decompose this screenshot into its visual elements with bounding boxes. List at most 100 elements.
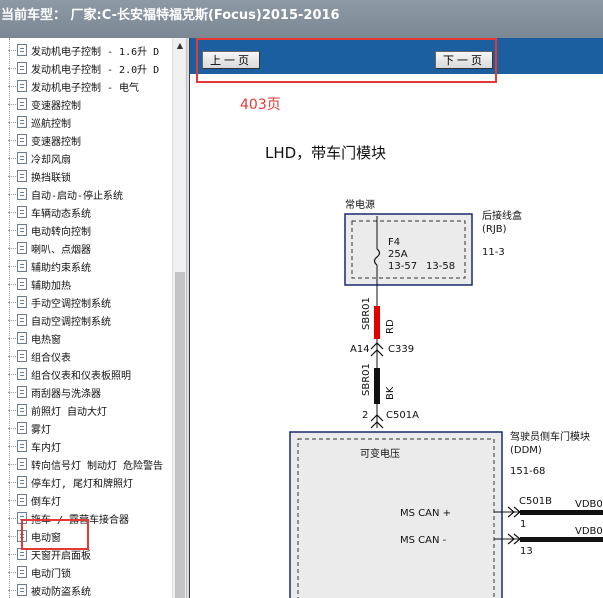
tree-branch-line <box>8 49 16 51</box>
tree-item[interactable]: 电动转向控制 <box>8 221 173 239</box>
tree-item[interactable]: 电动窗 <box>8 527 173 545</box>
constant-power-label: 常电源 <box>345 198 375 211</box>
tree-item[interactable]: 转向信号灯 制动灯 危险警告 <box>8 455 173 473</box>
document-icon <box>17 188 27 200</box>
tree-item[interactable]: 组合仪表和仪表板照明 <box>8 365 173 383</box>
document-icon <box>17 134 27 146</box>
tree-item[interactable]: 停车灯, 尾灯和牌照灯 <box>8 473 173 491</box>
document-icon <box>17 566 27 578</box>
tree-item-label: 发动机电子控制 - 电气 <box>31 82 140 94</box>
tree-branch-line <box>8 103 16 105</box>
wire1-color: RD <box>385 319 396 334</box>
document-icon <box>17 296 27 308</box>
document-icon <box>17 206 27 218</box>
tree-item[interactable]: 电热窗 <box>8 329 173 347</box>
tree-item[interactable]: 组合仪表 <box>8 347 173 365</box>
section-tree[interactable]: 发动机电子控制 - 1.6升 D 发动机电子控制 - 2.0升 D 发动机电子控制 … <box>0 38 186 598</box>
tree-item[interactable]: 变速器控制 <box>8 95 173 113</box>
tree-branch-line <box>8 211 16 213</box>
ddm-page: 151-68 <box>510 466 545 477</box>
wire1-id: SBR01 <box>361 297 372 330</box>
conn3-pin2: 13 <box>520 546 533 557</box>
tree-item-label: 停车灯, 尾灯和牌照灯 <box>31 478 134 490</box>
wire3-id: VDB0 <box>575 499 603 510</box>
tree-item[interactable]: 变速器控制 <box>8 131 173 149</box>
tree-item[interactable]: 辅助约束系统 <box>8 257 173 275</box>
conn1-name: C339 <box>388 344 414 355</box>
tree-item-label: 转向信号灯 制动灯 危险警告 <box>31 460 164 472</box>
document-icon <box>17 350 27 362</box>
document-icon <box>17 476 27 488</box>
tree-item[interactable]: 雨刮器与洗涤器 <box>8 383 173 401</box>
tree-item[interactable]: 天窗开启面板 <box>8 545 173 563</box>
tree-branch-line <box>8 283 16 285</box>
tree-item[interactable]: 辅助加热 <box>8 275 173 293</box>
tree-scrollbar[interactable]: ▲ <box>172 38 186 598</box>
tree-item[interactable]: 手动空调控制系统 <box>8 293 173 311</box>
tree-item[interactable]: 拖车 / 露营车接合器 <box>8 509 173 527</box>
wire2-id: SBR01 <box>361 363 372 396</box>
conn3-name: C501B <box>519 496 552 507</box>
tree-branch-line <box>8 463 16 465</box>
document-icon <box>17 224 27 236</box>
tree-item-label: 自动-启动-停止系统 <box>31 190 124 202</box>
window-title-bar: 当前车型： 厂家:C-长安福特福克斯(Focus)2015-2016 <box>0 0 603 38</box>
tree-item[interactable]: 巡航控制 <box>8 113 173 131</box>
document-icon <box>17 62 27 74</box>
tree-item[interactable]: 喇叭、点烟器 <box>8 239 173 257</box>
wiring-diagram: 常电源 后接线盒 (RJB) 11-3 F4 25A 13-57 13-58 S… <box>289 198 603 598</box>
red-wire <box>374 306 380 339</box>
window-title: 当前车型： 厂家:C-长安福特福克斯(Focus)2015-2016 <box>1 8 340 23</box>
tree-item-label: 电动窗 <box>31 532 61 544</box>
tree-item-label: 变速器控制 <box>31 136 81 148</box>
tree-branch-line <box>8 139 16 141</box>
tree-item[interactable]: 自动-启动-停止系统 <box>8 185 173 203</box>
tree-branch-line <box>8 67 16 69</box>
conn2-name: C501A <box>386 410 419 421</box>
tree-item[interactable]: 发动机电子控制 - 1.6升 D <box>8 41 173 59</box>
document-icon <box>17 368 27 380</box>
tree-branch-line <box>8 535 16 537</box>
document-icon <box>17 512 27 524</box>
rjb-code: (RJB) <box>482 224 507 235</box>
tree-item[interactable]: 电动门锁 <box>8 563 173 581</box>
tree-item[interactable]: 换挡联锁 <box>8 167 173 185</box>
tree-item[interactable]: 发动机电子控制 - 2.0升 D <box>8 59 173 77</box>
tree-item-label: 电动转向控制 <box>31 226 91 238</box>
tree-item[interactable]: 雾灯 <box>8 419 173 437</box>
tree-item-label: 发动机电子控制 - 2.0升 D <box>31 64 160 76</box>
document-icon <box>17 44 27 56</box>
tree-item-label: 巡航控制 <box>31 118 71 130</box>
fuse-name: F4 <box>388 237 400 248</box>
scroll-thumb[interactable] <box>175 272 185 598</box>
scroll-up-arrow-icon[interactable]: ▲ <box>173 38 187 52</box>
tree-branch-line <box>8 409 16 411</box>
wire4-id: VDB0 <box>575 526 603 537</box>
document-icon <box>17 260 27 272</box>
tree-item[interactable]: 车辆动态系统 <box>8 203 173 221</box>
can-plus-wire <box>520 510 603 515</box>
tree-item[interactable]: 自动空调控制系统 <box>8 311 173 329</box>
fuse-pin-b: 13-58 <box>426 261 455 272</box>
tree-item[interactable]: 前照灯 自动大灯 <box>8 401 173 419</box>
tree-item[interactable]: 车内灯 <box>8 437 173 455</box>
tree-branch-line <box>8 589 16 591</box>
tree-item[interactable]: 发动机电子控制 - 电气 <box>8 77 173 95</box>
document-icon <box>17 404 27 416</box>
tree-item-label: 被动防盗系统 <box>31 586 91 598</box>
tree-item-label: 雨刮器与洗涤器 <box>31 388 101 400</box>
tree-branch-line <box>8 301 16 303</box>
tree-item[interactable]: 倒车灯 <box>8 491 173 509</box>
conn1-pin: A14 <box>350 344 370 355</box>
document-icon <box>17 548 27 560</box>
tree-item[interactable]: 冷却风扇 <box>8 149 173 167</box>
tree-item-label: 发动机电子控制 - 1.6升 D <box>31 46 160 58</box>
can-minus-wire <box>520 537 603 542</box>
tree-branch-line <box>8 373 16 375</box>
tree-item[interactable]: 被动防盗系统 <box>8 581 173 598</box>
tree-item-label: 手动空调控制系统 <box>31 298 111 310</box>
can-minus-label: MS CAN - <box>400 535 447 546</box>
tree-item-label: 电动门锁 <box>31 568 71 580</box>
diagram-viewer: 上一页 下一页 403页 LHD，带车门模块 常电源 后接线盒 (RJB) 11… <box>190 38 603 598</box>
document-icon <box>17 458 27 470</box>
